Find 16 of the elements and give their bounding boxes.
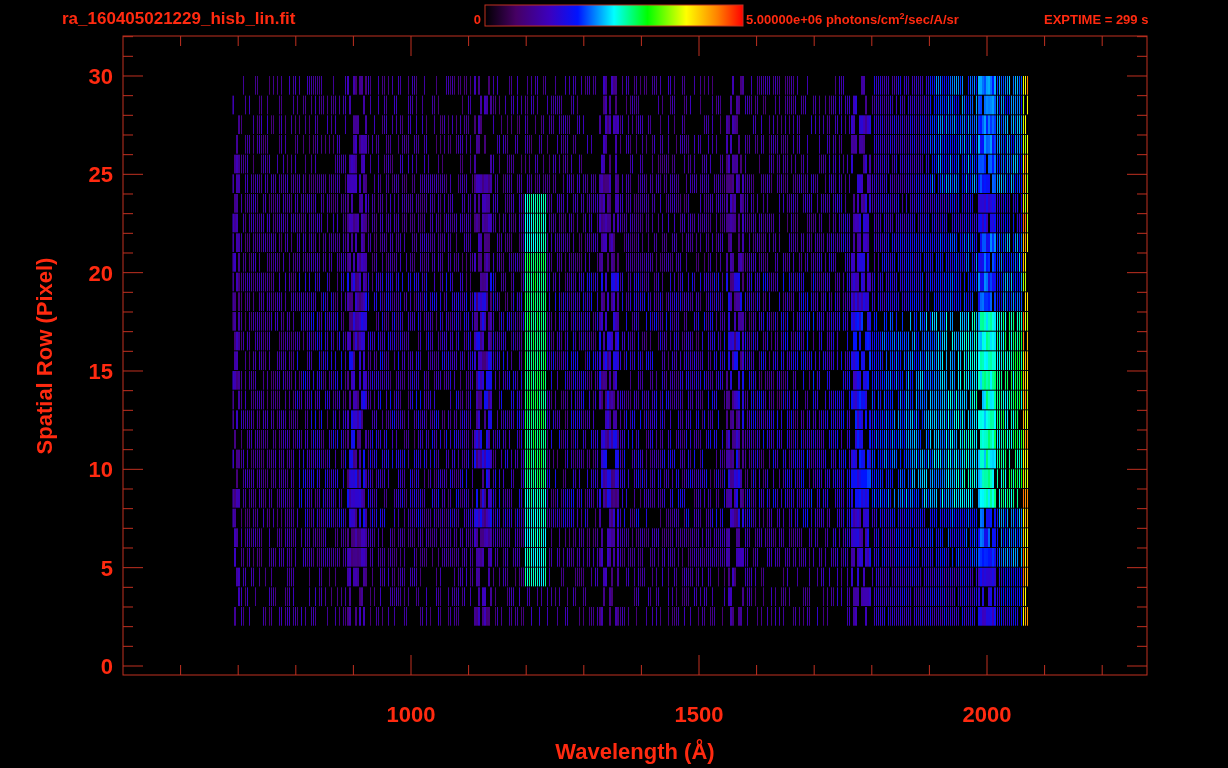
y-tick-label: 20 bbox=[88, 260, 113, 286]
colorbar-min-label: 0 bbox=[473, 12, 481, 27]
y-tick-label: 30 bbox=[88, 64, 113, 89]
y-tick-label: 25 bbox=[88, 162, 113, 188]
y-tick-label: 10 bbox=[88, 457, 113, 483]
colorbar-max-label: 5.00000e+06 photons/cm$^{2}$/sec/A/sr bbox=[746, 10, 959, 29]
x-tick-label: 1500 bbox=[674, 702, 724, 727]
file-title: ra_160405021229_hisb_lin.fit bbox=[62, 9, 296, 28]
y-tick-label: 0 bbox=[100, 654, 113, 679]
y-tick-label: 15 bbox=[88, 359, 113, 384]
y-axis-title: Spatial Row (Pixel) bbox=[32, 257, 57, 455]
exposure-time: EXPTIME = 299 s bbox=[1044, 12, 1149, 27]
x-axis-title: Wavelength (Å) bbox=[555, 739, 715, 764]
x-tick-label: 1000 bbox=[386, 702, 436, 727]
y-tick-label: 5 bbox=[100, 555, 113, 581]
x-tick-label: 2000 bbox=[962, 702, 1012, 727]
